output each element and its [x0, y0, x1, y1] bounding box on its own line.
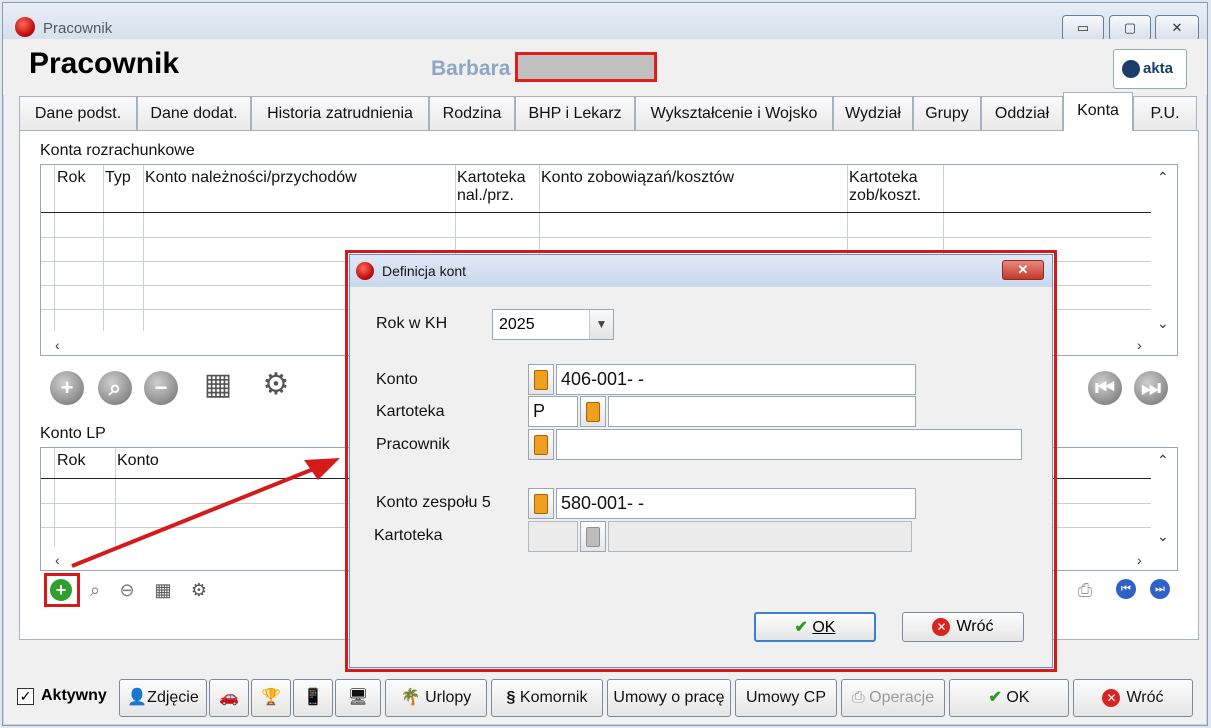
- kartoteka2-picker-button: [580, 521, 606, 552]
- book-icon: [534, 434, 548, 455]
- kartoteka2-prefix-input: [528, 521, 578, 552]
- chevron-down-icon: ▼: [589, 310, 613, 339]
- dialog-wroc-button[interactable]: ✕ Wróć: [902, 612, 1024, 642]
- konto-zespolu-picker-button[interactable]: [528, 488, 554, 519]
- pracownik-input[interactable]: [556, 429, 1022, 460]
- dialog-title-bar: Definicja kont ✕: [350, 255, 1052, 287]
- dialog-close-button[interactable]: ✕: [1002, 260, 1044, 280]
- tab-konta[interactable]: Konta: [1063, 92, 1133, 131]
- konto-picker-button[interactable]: [528, 364, 554, 395]
- pracownik-label: Pracownik: [376, 436, 450, 453]
- konto-input[interactable]: 406-001- -: [556, 364, 916, 395]
- cancel-icon: ✕: [932, 617, 951, 636]
- dialog-app-icon: [356, 262, 374, 280]
- book-icon: [534, 493, 548, 514]
- kartoteka2-label: Kartoteka: [374, 527, 443, 544]
- dialog-title: Definicja kont: [382, 263, 467, 279]
- rok-value: 2025: [499, 316, 535, 333]
- kartoteka2-input: [608, 521, 912, 552]
- konto-zespolu-input[interactable]: 580-001- -: [556, 488, 916, 519]
- rok-label: Rok w KH: [376, 315, 448, 332]
- kartoteka-picker-button[interactable]: [580, 396, 606, 427]
- definicja-kont-dialog: Definicja kont ✕ Rok w KH 2025 ▼ Konto 4…: [349, 254, 1053, 668]
- dialog-wroc-label: Wróć: [956, 618, 994, 635]
- pracownik-picker-button[interactable]: [528, 429, 554, 460]
- book-icon: [586, 401, 600, 422]
- kartoteka-label: Kartoteka: [376, 403, 445, 420]
- dialog-ok-label: OK: [812, 619, 836, 636]
- dialog-ok-button[interactable]: ✔ OK: [754, 612, 876, 642]
- book-icon: [586, 526, 600, 547]
- check-icon: ✔: [794, 619, 808, 636]
- kartoteka-prefix-input[interactable]: P: [528, 396, 578, 427]
- kartoteka-input[interactable]: [608, 396, 916, 427]
- book-icon: [534, 369, 548, 390]
- rok-select[interactable]: 2025 ▼: [492, 309, 614, 340]
- konto-label: Konto: [376, 371, 418, 388]
- konto-zespolu-label: Konto zespołu 5: [376, 494, 491, 511]
